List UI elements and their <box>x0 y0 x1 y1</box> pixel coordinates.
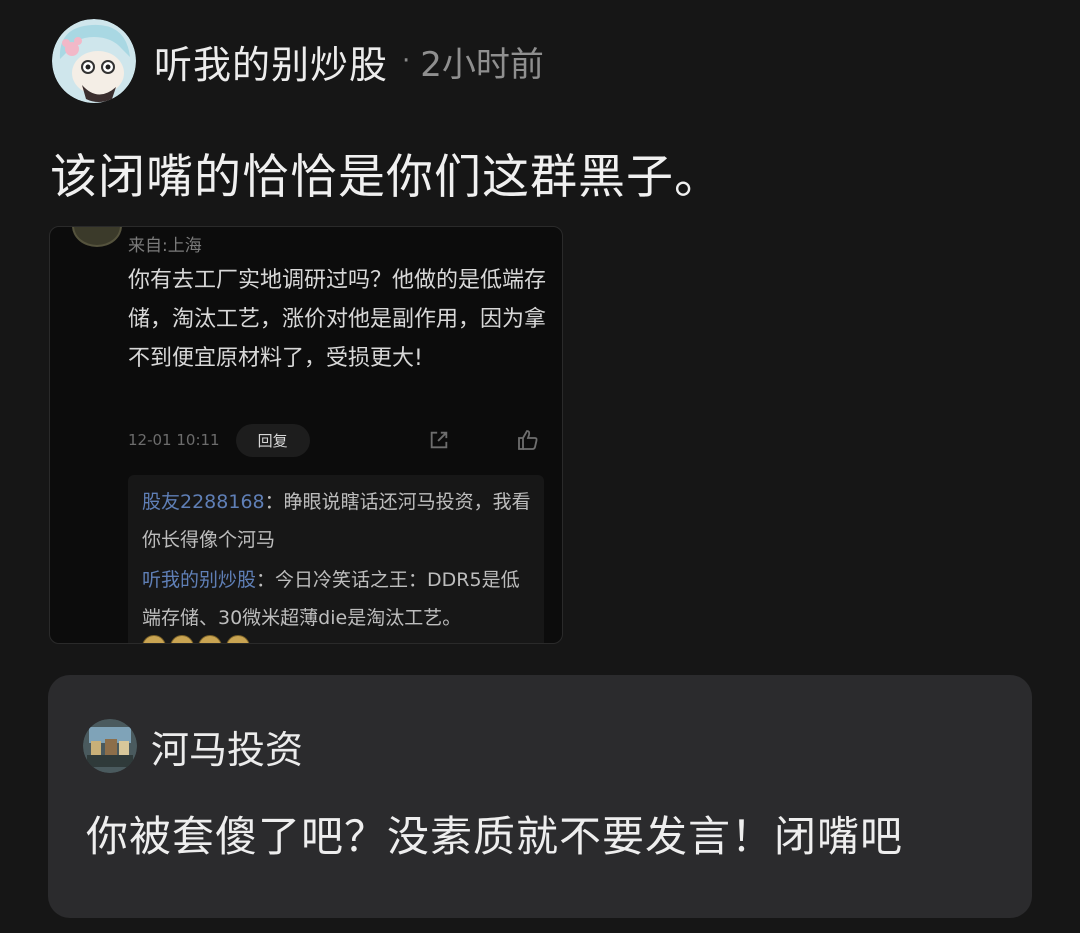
embedded-screenshot[interactable]: 来自:上海 你有去工厂实地调研过吗？他做的是低端存储，淘汰工艺，涨价对他是副作用… <box>49 226 563 644</box>
embedded-date: 12-01 10:11 <box>128 431 220 449</box>
author-name[interactable]: 听我的别炒股 <box>154 34 388 89</box>
thumbs-up-icon <box>518 430 538 450</box>
embedded-avatar <box>72 227 122 247</box>
emoji-row <box>142 635 250 643</box>
quoted-reply-header: 河马投资 <box>83 717 303 775</box>
sub-reply-user: 听我的别炒股 <box>142 569 257 591</box>
share-icon <box>430 431 448 449</box>
embedded-location: 来自:上海 <box>128 236 202 256</box>
quoted-user-avatar[interactable] <box>83 719 137 773</box>
quoted-reply-text: 你被套傻了吧？没素质就不要发言！闭嘴吧 <box>86 812 904 861</box>
emoji-icon <box>142 635 166 643</box>
sub-reply: 股友2288168：睁眼说瞎话还河马投资，我看你长得像个河马 <box>142 483 534 559</box>
author-avatar[interactable] <box>52 19 136 103</box>
post-time: 2小时前 <box>420 44 544 85</box>
embedded-meta-row: 12-01 10:11 回复 <box>128 423 548 457</box>
sub-reply: 听我的别炒股：今日冷笑话之王：DDR5是低端存储、30微米超薄die是淘汰工艺。 <box>142 561 534 637</box>
emoji-icon <box>198 635 222 643</box>
post-header: 听我的别炒股 · 2小时前 <box>52 18 544 104</box>
avatar-image <box>52 19 136 103</box>
embedded-comment: 你有去工厂实地调研过吗？他做的是低端存储，淘汰工艺，涨价对他是副作用，因为拿不到… <box>128 268 547 371</box>
post-text: 该闭嘴的恰恰是你们这群黑子。 <box>50 150 722 205</box>
embedded-reply-button: 回复 <box>235 423 310 457</box>
quoted-reply[interactable]: 河马投资 你被套傻了吧？没素质就不要发言！闭嘴吧 <box>48 675 1032 918</box>
emoji-icon <box>170 635 194 643</box>
sub-reply-user: 股友2288168 <box>142 491 265 513</box>
emoji-icon <box>226 635 250 643</box>
quoted-user-name[interactable]: 河马投资 <box>151 719 303 774</box>
embedded-sub-replies: 股友2288168：睁眼说瞎话还河马投资，我看你长得像个河马 听我的别炒股：今日… <box>128 475 544 643</box>
separator-dot: · <box>402 46 411 76</box>
avatar-image <box>83 719 137 773</box>
